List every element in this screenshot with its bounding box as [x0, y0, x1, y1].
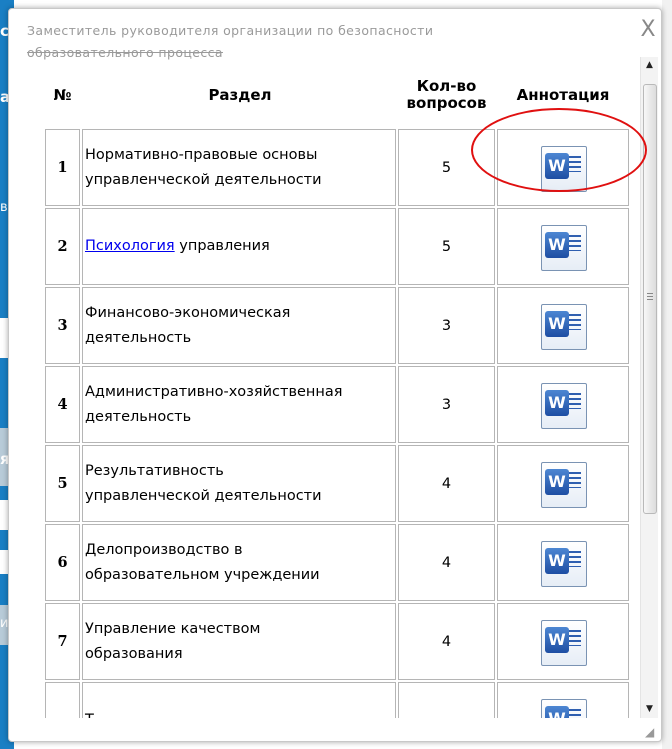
- row-section-line2: деятельность: [85, 329, 192, 346]
- row-section-line2: управленческой деятельности: [85, 171, 322, 188]
- header-annotation: Аннотация: [516, 85, 610, 104]
- annotation-dialog: Заместитель руководителя организации по …: [8, 8, 662, 742]
- word-document-icon[interactable]: W: [535, 223, 591, 271]
- row-annotation: W: [497, 287, 629, 364]
- row-num: 1: [45, 129, 80, 206]
- row-count: [398, 682, 495, 718]
- row-section-line1: Административно-хозяйственная: [85, 383, 343, 400]
- row-annotation: W: [497, 445, 629, 522]
- row-annotation: W: [497, 603, 629, 680]
- row-section-line1: Нормативно-правовые основы: [85, 146, 318, 163]
- row-annotation: W: [497, 129, 629, 206]
- row-num: 3: [45, 287, 80, 364]
- row-section: Управление качеством образования: [82, 603, 396, 680]
- row-num: 4: [45, 366, 80, 443]
- row-count: 5: [398, 129, 495, 206]
- row-section-line1: Т: [85, 712, 94, 718]
- resize-grip-icon[interactable]: ◢: [645, 725, 659, 739]
- word-document-icon[interactable]: W: [535, 302, 591, 350]
- row-section-line2: образовательном учреждении: [85, 566, 320, 583]
- table-row: 4 Административно-хозяйственная деятельн…: [45, 366, 629, 443]
- row-count: 4: [398, 445, 495, 522]
- header-section: Раздел: [208, 85, 272, 104]
- row-section-line2: деятельность: [85, 408, 192, 425]
- header-count-line2: вопросов: [406, 94, 487, 112]
- scrollbar-thumb[interactable]: [643, 84, 657, 514]
- dialog-title: Заместитель руководителя организации по …: [27, 20, 587, 64]
- word-document-icon[interactable]: W: [535, 381, 591, 429]
- row-section: Делопроизводство в образовательном учреж…: [82, 524, 396, 601]
- header-count-line1: Кол-во: [416, 77, 477, 95]
- word-document-icon[interactable]: W: [535, 697, 591, 718]
- table-header-row: № Раздел Кол-во вопросов Аннотация: [45, 63, 629, 127]
- vertical-scrollbar[interactable]: ▲ ▼: [640, 57, 658, 718]
- row-num: 7: [45, 603, 80, 680]
- row-count: 4: [398, 603, 495, 680]
- word-document-icon[interactable]: W: [535, 144, 591, 192]
- word-document-icon[interactable]: W: [535, 539, 591, 587]
- header-count: Кол-во вопросов: [398, 63, 495, 127]
- row-annotation: W: [497, 682, 629, 718]
- table-row: 3 Финансово-экономическая деятельность 3…: [45, 287, 629, 364]
- scroll-down-arrow-icon[interactable]: ▼: [641, 701, 658, 718]
- table-row: 5 Результативность управленческой деятел…: [45, 445, 629, 522]
- row-num: 5: [45, 445, 80, 522]
- row-num: 2: [45, 208, 80, 285]
- word-document-icon[interactable]: W: [535, 460, 591, 508]
- word-document-icon[interactable]: W: [535, 618, 591, 666]
- scroll-up-arrow-icon[interactable]: ▲: [641, 57, 658, 74]
- row-count: 4: [398, 524, 495, 601]
- psychology-link[interactable]: Психология: [85, 238, 175, 254]
- table-row: 7 Управление качеством образования 4 W: [45, 603, 629, 680]
- row-count: 5: [398, 208, 495, 285]
- row-section-rest: управления: [174, 238, 270, 254]
- row-annotation: W: [497, 208, 629, 285]
- row-section-line1: Финансово-экономическая: [85, 304, 291, 321]
- row-section: Психология управления: [82, 208, 396, 285]
- dialog-title-line1: Заместитель руководителя организации по …: [27, 23, 434, 38]
- row-section: Т: [82, 682, 396, 718]
- background-page-right: [662, 0, 672, 749]
- row-count: 3: [398, 287, 495, 364]
- row-num: 6: [45, 524, 80, 601]
- table-row: 1 Нормативно-правовые основы управленчес…: [45, 129, 629, 206]
- row-count: 3: [398, 366, 495, 443]
- header-num: №: [53, 85, 72, 104]
- close-button[interactable]: X: [637, 19, 659, 41]
- dialog-title-line2: образовательного процесса: [27, 45, 223, 60]
- table-row: Т W: [45, 682, 629, 718]
- row-section-line2: управленческой деятельности: [85, 487, 322, 504]
- row-section: Результативность управленческой деятельн…: [82, 445, 396, 522]
- row-section: Нормативно-правовые основы управленческо…: [82, 129, 396, 206]
- table-row: 6 Делопроизводство в образовательном учр…: [45, 524, 629, 601]
- grip-icon: [647, 293, 653, 301]
- row-num: [45, 682, 80, 718]
- row-section-line1: Управление качеством: [85, 620, 261, 637]
- row-annotation: W: [497, 524, 629, 601]
- row-section: Административно-хозяйственная деятельнос…: [82, 366, 396, 443]
- row-section-line2: образования: [85, 645, 183, 662]
- row-section: Финансово-экономическая деятельность: [82, 287, 396, 364]
- sections-scroll-area[interactable]: № Раздел Кол-во вопросов Аннотация 1 Нор…: [43, 61, 633, 718]
- table-row: 2 Психология управления 5 W: [45, 208, 629, 285]
- row-section-line1: Делопроизводство в: [85, 541, 243, 558]
- sections-table: № Раздел Кол-во вопросов Аннотация 1 Нор…: [43, 61, 631, 718]
- row-section-line1: Результативность: [85, 462, 224, 479]
- row-annotation: W: [497, 366, 629, 443]
